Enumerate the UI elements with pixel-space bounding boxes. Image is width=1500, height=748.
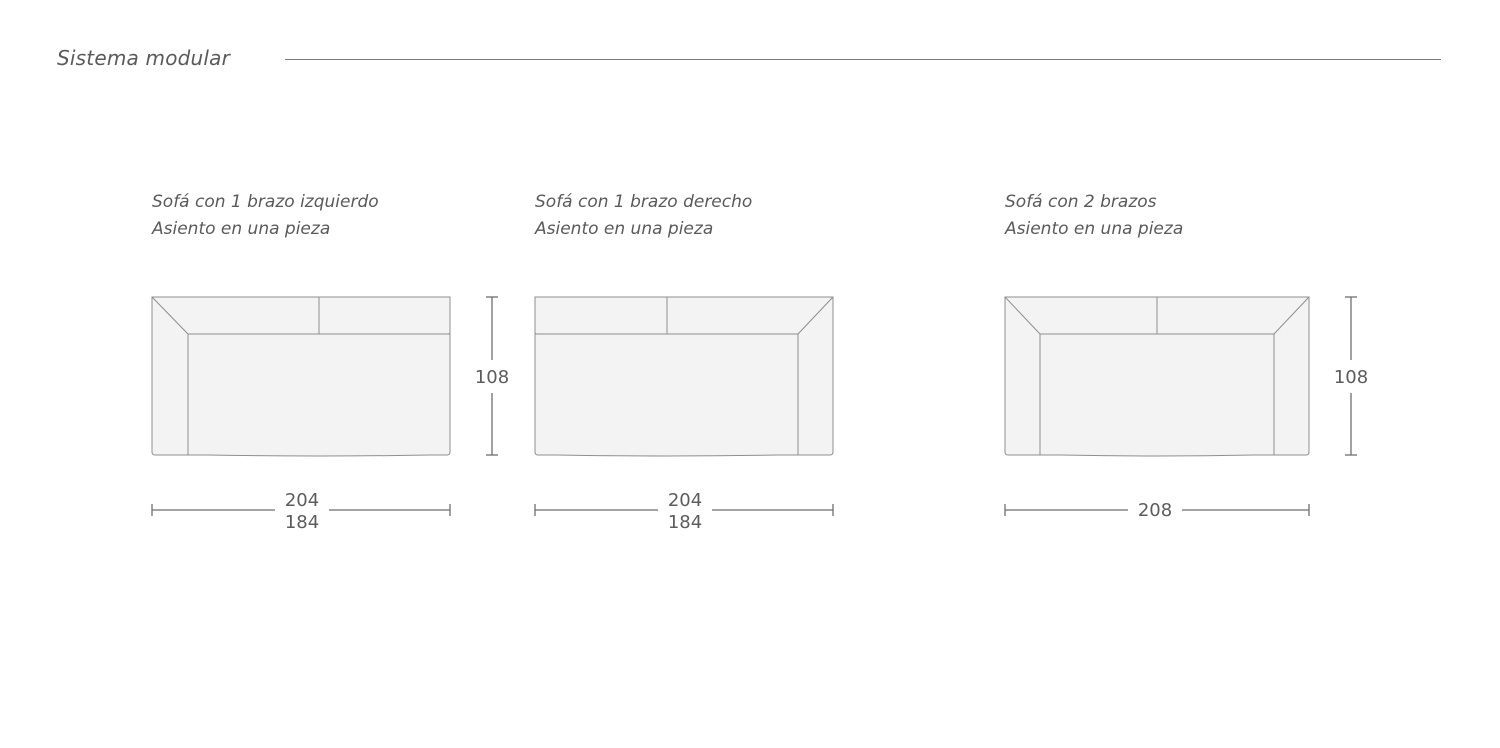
- width-label-outer: 204: [668, 490, 702, 511]
- height-label: 108: [1334, 367, 1368, 388]
- width-label-inner: 184: [668, 512, 702, 533]
- seat-cushion: [1039, 333, 1275, 457]
- height-label: 108: [475, 367, 509, 388]
- width-label-outer: 204: [285, 490, 319, 511]
- sofa-plan-left-arm: [151, 296, 451, 457]
- sofa-plan-two-arms: [1004, 296, 1310, 457]
- seat-cushion: [187, 333, 451, 457]
- sofa-plan-right-arm: [534, 296, 834, 457]
- width-label-inner: 184: [285, 512, 319, 533]
- width-label: 208: [1138, 500, 1172, 521]
- seat-cushion: [534, 333, 799, 457]
- sofa-drawings: 204 184 108 204 184 208 108: [151, 296, 1368, 533]
